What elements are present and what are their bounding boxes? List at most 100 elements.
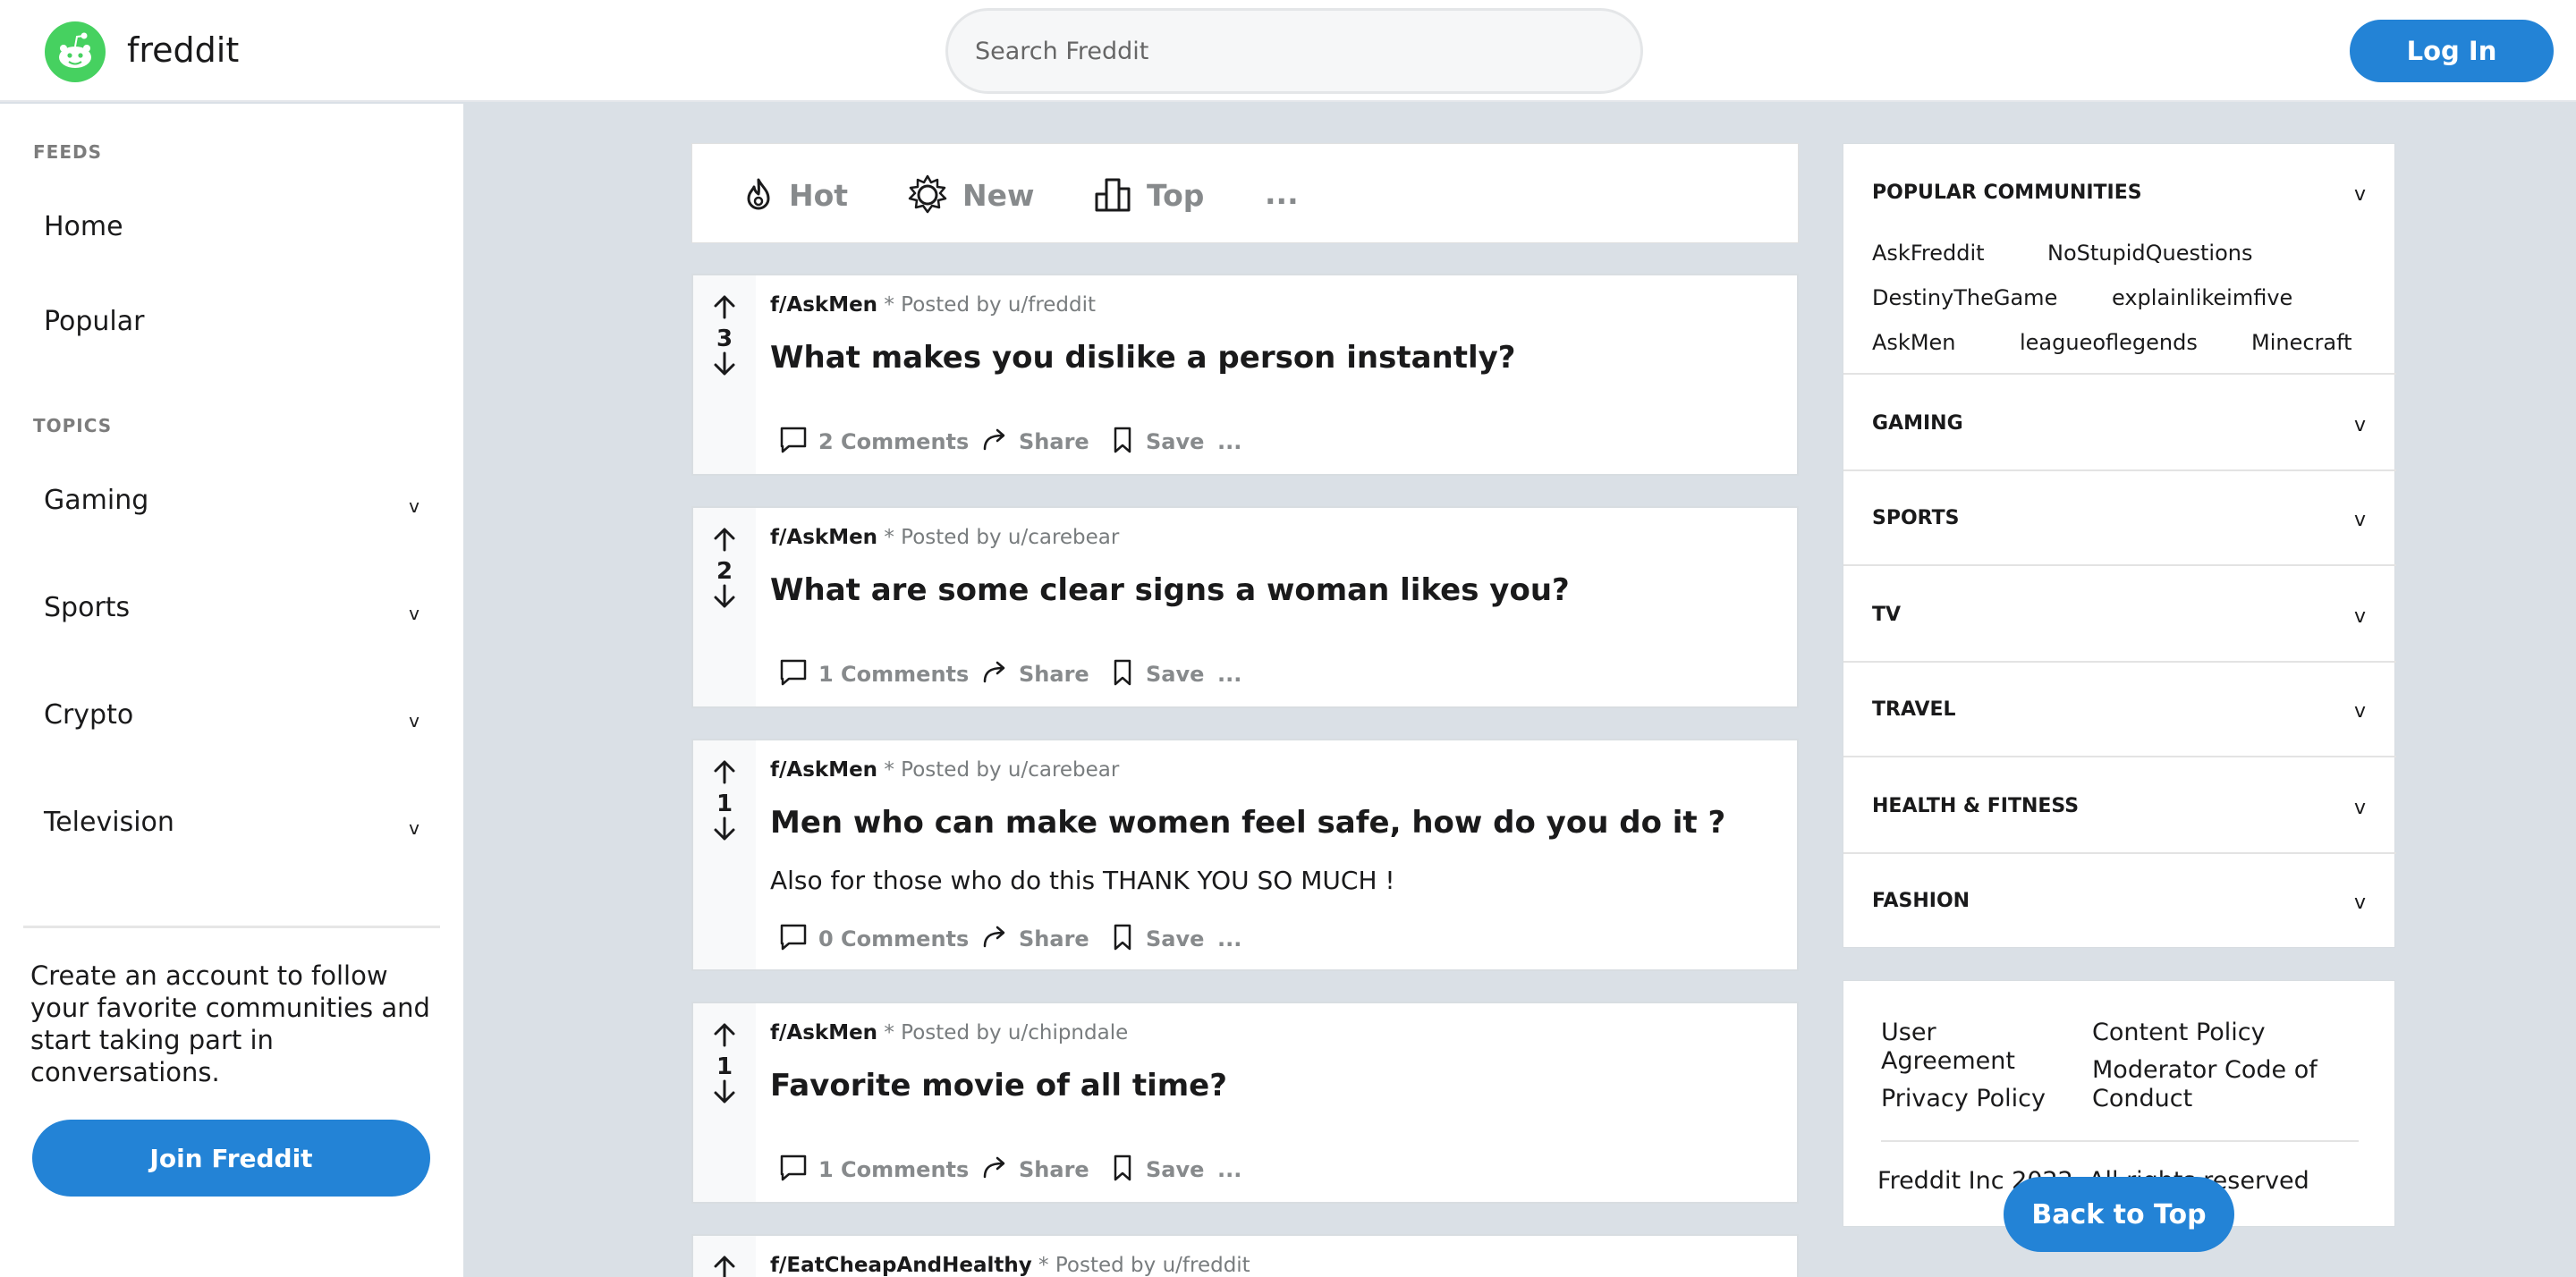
- footer-link-content-policy[interactable]: Content Policy: [2092, 1019, 2266, 1047]
- sidebar-item-home[interactable]: Home: [44, 211, 123, 242]
- share-button[interactable]: Share: [981, 1150, 1089, 1186]
- subreddit-link[interactable]: f/AskMen: [770, 1021, 877, 1044]
- back-to-top-button[interactable]: Back to Top: [2004, 1177, 2234, 1252]
- community-link[interactable]: Minecraft: [2251, 330, 2352, 355]
- community-link[interactable]: AskMen: [1872, 330, 1956, 355]
- share-icon: [983, 926, 1005, 948]
- more-options-button[interactable]: ...: [1217, 1150, 1253, 1186]
- more-options-button[interactable]: ...: [1217, 655, 1253, 690]
- footer-link-moderator-code[interactable]: Moderator Code of Conduct: [2092, 1056, 2360, 1113]
- flame-icon: [747, 178, 770, 210]
- upvote-arrow-icon[interactable]: [711, 526, 738, 553]
- upvote-arrow-icon[interactable]: [711, 1254, 738, 1277]
- sidebar-topic-television[interactable]: Television v: [44, 807, 419, 846]
- search-input[interactable]: [945, 8, 1643, 94]
- sort-top-label: Top: [1147, 178, 1205, 213]
- post-card[interactable]: 1 f/AskMen * Posted by u/carebear Men wh…: [691, 739, 1799, 971]
- category-divider: [1843, 661, 2396, 663]
- community-link[interactable]: leagueoflegends: [2020, 330, 2198, 355]
- sort-new-button[interactable]: New: [907, 174, 1041, 214]
- sort-hot-label: Hot: [789, 178, 849, 213]
- subreddit-link[interactable]: f/AskMen: [770, 526, 877, 549]
- sidebar-topic-gaming[interactable]: Gaming v: [44, 485, 419, 524]
- save-label: Save: [1146, 662, 1205, 687]
- save-button[interactable]: Save: [1108, 919, 1207, 955]
- posted-by: * Posted by u/freddit: [884, 293, 1097, 317]
- save-label: Save: [1146, 1157, 1205, 1182]
- save-label: Save: [1146, 926, 1205, 951]
- sidebar-topic-crypto[interactable]: Crypto v: [44, 699, 419, 739]
- sidebar-topic-sports[interactable]: Sports v: [44, 592, 419, 631]
- comments-count: 0 Comments: [818, 926, 970, 951]
- comments-count: 1 Comments: [818, 1157, 970, 1182]
- more-options-button[interactable]: ...: [1217, 422, 1253, 458]
- footer-link-user-agreement[interactable]: User Agreement: [1881, 1019, 2060, 1076]
- comments-button[interactable]: 1 Comments: [779, 1150, 970, 1186]
- more-options-button[interactable]: ...: [1217, 919, 1253, 955]
- join-button[interactable]: Join Freddit: [32, 1120, 430, 1197]
- share-button[interactable]: Share: [981, 422, 1089, 458]
- chevron-down-icon: v: [2353, 183, 2366, 206]
- sidebar-item-popular[interactable]: Popular: [44, 306, 145, 337]
- post-body: Also for those who do this THANK YOU SO …: [770, 866, 1395, 895]
- brand-name[interactable]: freddit: [127, 30, 239, 70]
- community-link[interactable]: NoStupidQuestions: [2047, 241, 2252, 266]
- community-link[interactable]: AskFreddit: [1872, 241, 1985, 266]
- downvote-arrow-icon[interactable]: [711, 1078, 738, 1105]
- subreddit-link[interactable]: f/AskMen: [770, 293, 877, 317]
- post-card[interactable]: 2 f/AskMen * Posted by u/carebear What a…: [691, 506, 1799, 708]
- feeds-section-label: FEEDS: [33, 141, 102, 163]
- share-icon: [983, 661, 1005, 683]
- posted-by: * Posted by u/chipndale: [884, 1021, 1129, 1044]
- footer-divider: [1881, 1140, 2359, 1142]
- bar-chart-icon: [1095, 178, 1131, 212]
- downvote-arrow-icon[interactable]: [711, 351, 738, 377]
- community-link[interactable]: explainlikeimfive: [2112, 285, 2292, 310]
- comments-button[interactable]: 1 Comments: [779, 655, 970, 690]
- sort-more-button[interactable]: ...: [1265, 174, 1309, 214]
- post-title[interactable]: What are some clear signs a woman likes …: [770, 572, 1570, 608]
- post-title[interactable]: What makes you dislike a person instantl…: [770, 340, 1516, 376]
- upvote-arrow-icon[interactable]: [711, 293, 738, 320]
- post-meta: f/AskMen * Posted by u/carebear: [770, 758, 1119, 782]
- login-button[interactable]: Log In: [2350, 20, 2554, 82]
- more-label: ...: [1217, 662, 1242, 687]
- save-button[interactable]: Save: [1108, 1150, 1207, 1186]
- chevron-down-icon: v: [2353, 605, 2366, 628]
- topic-label: Crypto: [44, 699, 134, 731]
- more-label: ...: [1265, 176, 1299, 211]
- post-title[interactable]: Favorite movie of all time?: [770, 1068, 1227, 1104]
- community-link[interactable]: DestinyTheGame: [1872, 285, 2057, 310]
- comments-count: 1 Comments: [818, 662, 970, 687]
- vote-score: 2: [716, 558, 733, 585]
- sort-hot-button[interactable]: Hot: [739, 174, 855, 214]
- freddit-logo-icon[interactable]: [45, 21, 106, 82]
- comments-button[interactable]: 2 Comments: [779, 422, 969, 458]
- save-button[interactable]: Save: [1108, 655, 1207, 690]
- category-label: GAMING: [1872, 412, 1963, 435]
- share-button[interactable]: Share: [981, 919, 1089, 955]
- topics-section-label: TOPICS: [33, 415, 113, 436]
- sort-top-button[interactable]: Top: [1093, 174, 1218, 214]
- share-button[interactable]: Share: [981, 655, 1089, 690]
- upvote-arrow-icon[interactable]: [711, 1021, 738, 1048]
- post-card[interactable]: 3 f/AskMen * Posted by u/freddit What ma…: [691, 274, 1799, 476]
- footer-link-privacy-policy[interactable]: Privacy Policy: [1881, 1085, 2046, 1113]
- subreddit-link[interactable]: f/AskMen: [770, 758, 877, 782]
- downvote-arrow-icon[interactable]: [711, 816, 738, 842]
- subreddit-link[interactable]: f/EatCheapAndHealthy: [770, 1254, 1032, 1277]
- category-divider: [1843, 469, 2396, 471]
- save-button[interactable]: Save: [1108, 422, 1207, 458]
- chevron-down-icon: v: [2353, 892, 2366, 914]
- comments-button[interactable]: 0 Comments: [779, 919, 970, 955]
- category-label: HEALTH & FITNESS: [1872, 795, 2080, 817]
- post-card[interactable]: f/EatCheapAndHealthy * Posted by u/fredd…: [691, 1234, 1799, 1277]
- post-card[interactable]: 1 f/AskMen * Posted by u/chipndale Favor…: [691, 1002, 1799, 1204]
- chevron-down-icon: v: [2353, 797, 2366, 819]
- post-title[interactable]: Men who can make women feel safe, how do…: [770, 805, 1725, 841]
- topic-label: Television: [44, 807, 174, 838]
- downvote-arrow-icon[interactable]: [711, 583, 738, 610]
- sidebar-divider: [23, 926, 440, 928]
- vote-column: 1: [693, 1003, 756, 1202]
- upvote-arrow-icon[interactable]: [711, 758, 738, 785]
